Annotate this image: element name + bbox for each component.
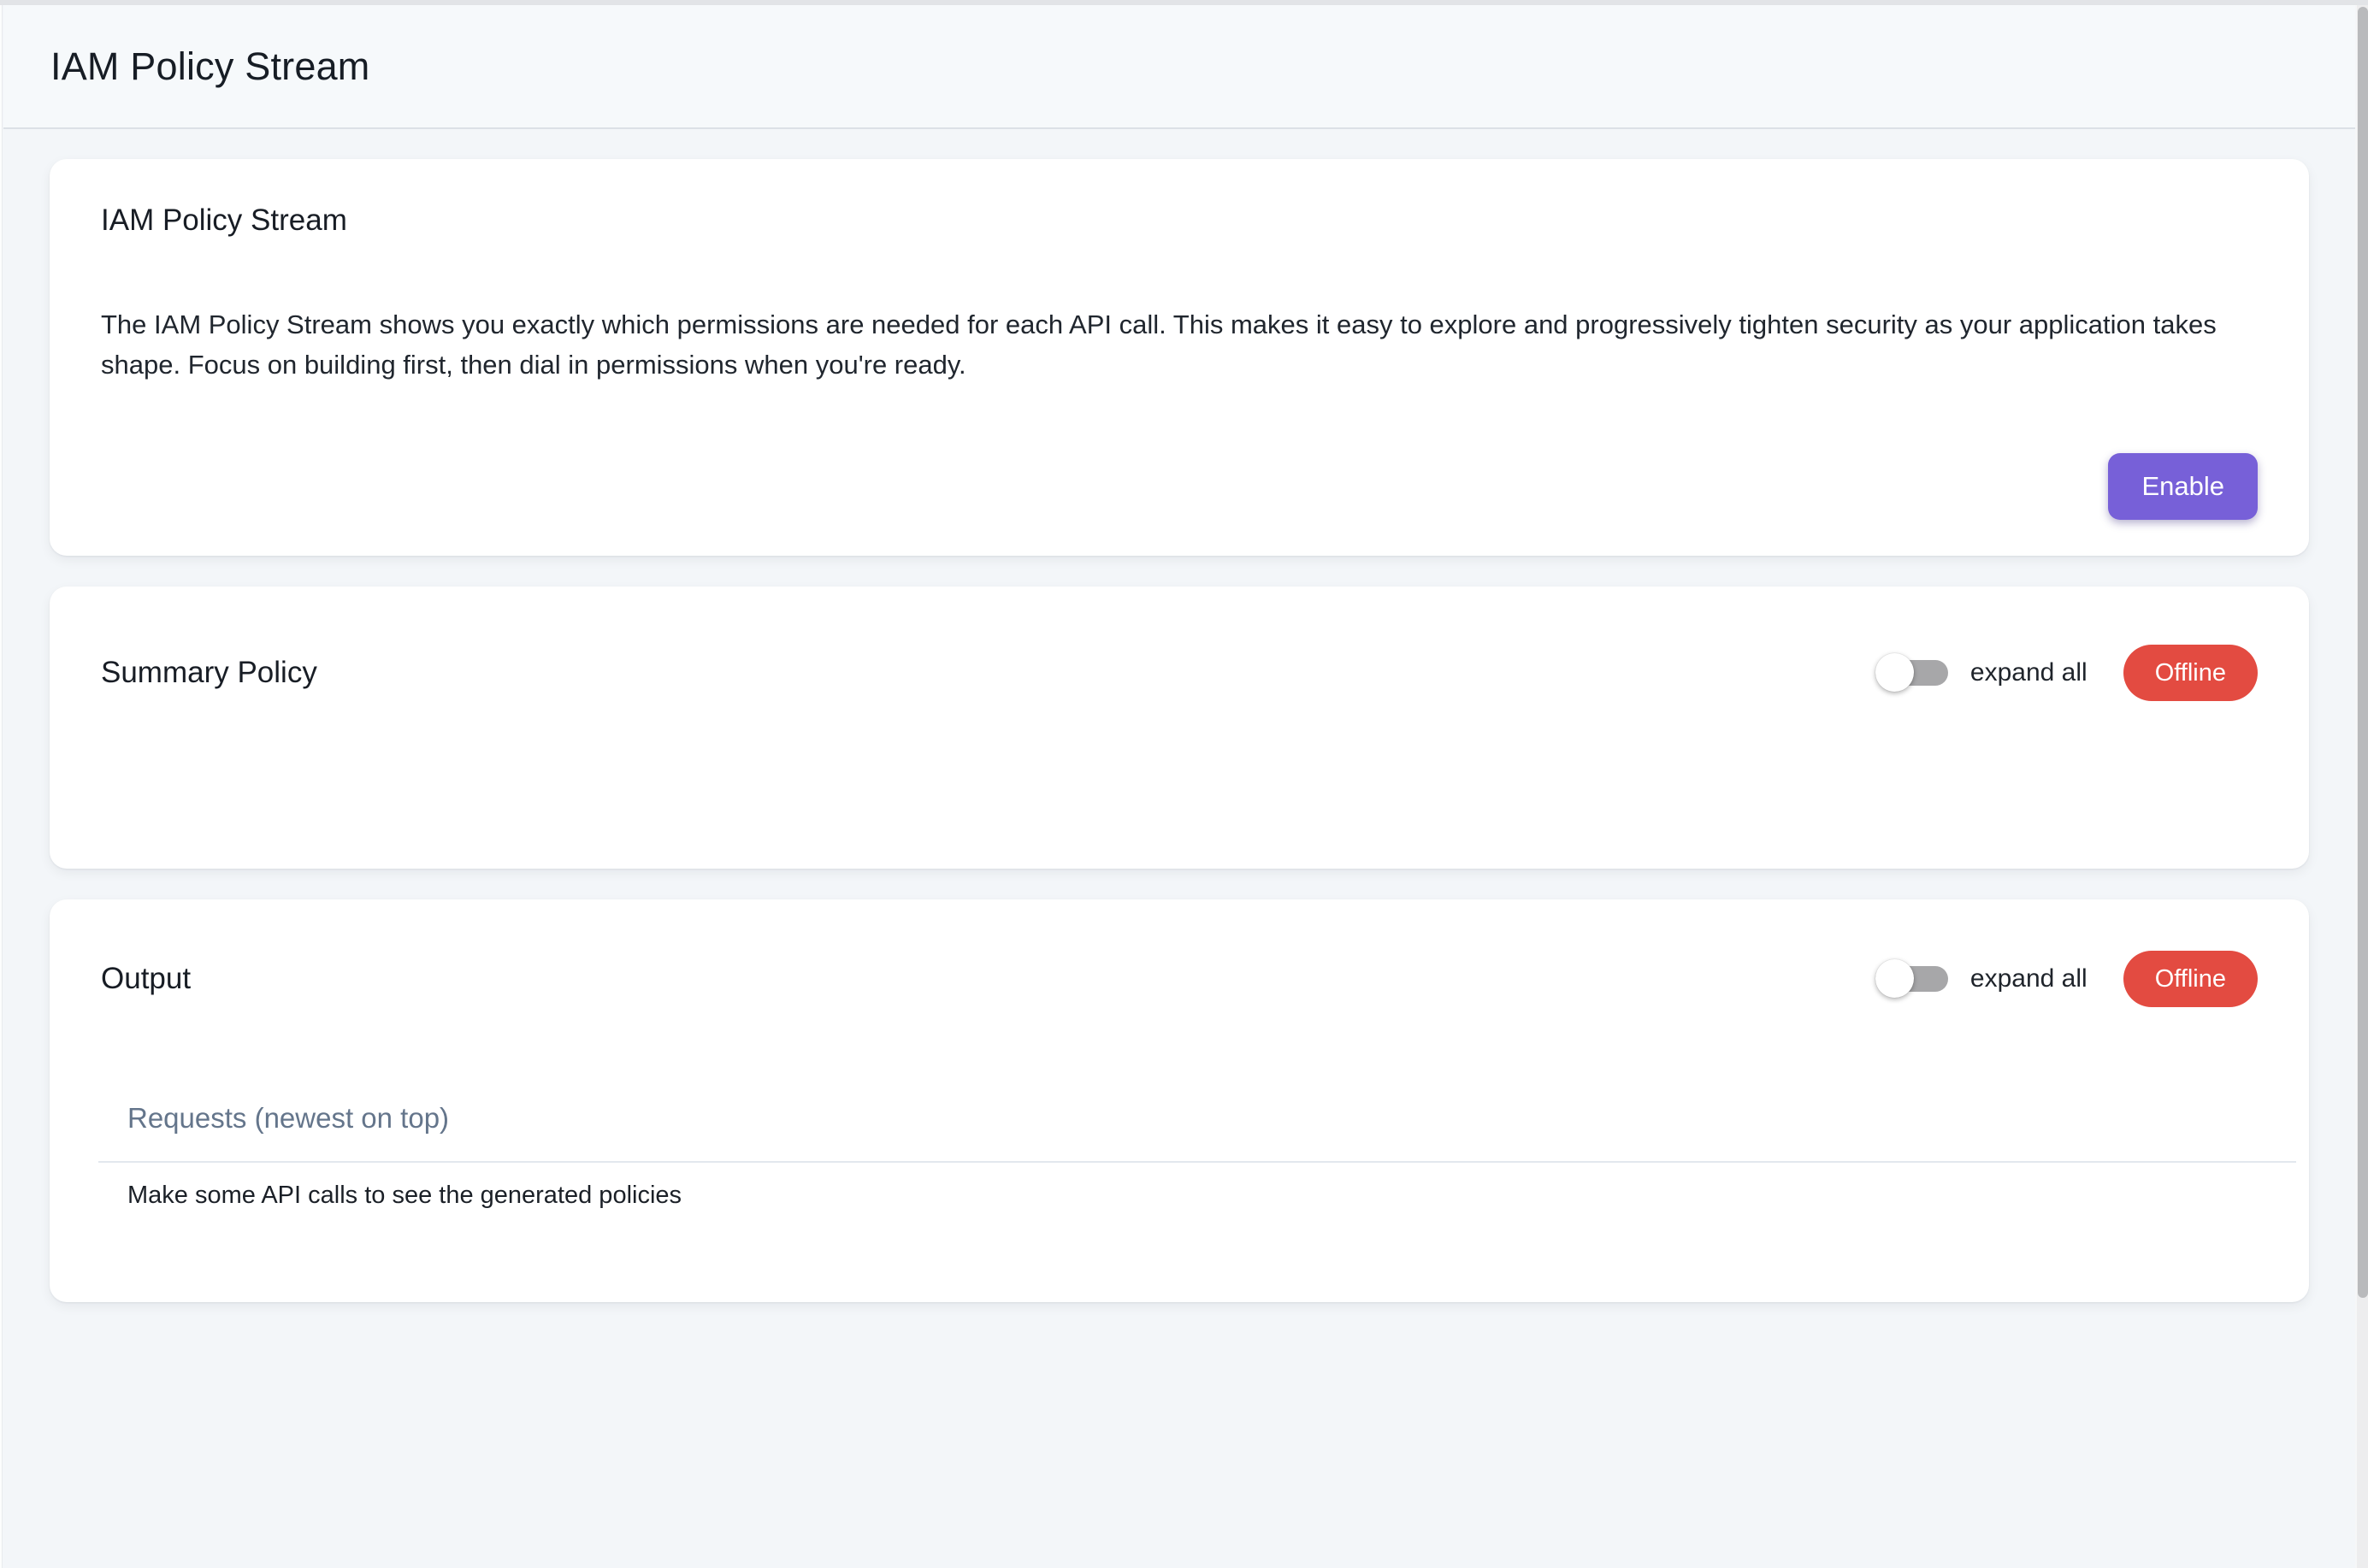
enable-button[interactable]: Enable xyxy=(2108,453,2258,520)
output-expand-all-label: expand all xyxy=(1970,964,2088,993)
intro-card: IAM Policy Stream The IAM Policy Stream … xyxy=(50,159,2309,556)
requests-empty-message: Make some API calls to see the generated… xyxy=(127,1178,2258,1212)
output-expand-all-toggle[interactable] xyxy=(1875,966,1948,992)
requests-heading: Requests (newest on top) xyxy=(127,1101,2258,1135)
summary-expand-all-label: expand all xyxy=(1970,658,2088,687)
intro-card-title: IAM Policy Stream xyxy=(101,202,2258,239)
summary-status-badge: Offline xyxy=(2123,645,2258,701)
output-title: Output xyxy=(101,960,191,998)
output-header-row: Output expand all Offline xyxy=(101,951,2258,1007)
output-card: Output expand all Offline Requests (newe… xyxy=(50,899,2309,1302)
requests-section: Requests (newest on top) Make some API c… xyxy=(101,1101,2258,1302)
intro-card-actions: Enable xyxy=(101,453,2258,520)
output-controls: expand all Offline xyxy=(1875,951,2258,1007)
scrollbar[interactable] xyxy=(2355,5,2368,1568)
summary-policy-controls: expand all Offline xyxy=(1875,645,2258,701)
summary-expand-all-toggle[interactable] xyxy=(1875,660,1948,686)
summary-policy-header-row: Summary Policy expand all Offline xyxy=(101,645,2258,701)
page-title: IAM Policy Stream xyxy=(50,44,370,89)
summary-policy-title: Summary Policy xyxy=(101,654,317,692)
toggle-knob-icon xyxy=(1875,653,1914,692)
main-content: IAM Policy Stream The IAM Policy Stream … xyxy=(3,131,2355,1568)
window-top-edge xyxy=(0,0,2368,5)
summary-policy-card: Summary Policy expand all Offline xyxy=(50,587,2309,869)
toggle-knob-icon xyxy=(1875,959,1914,998)
requests-divider xyxy=(98,1161,2296,1163)
output-status-badge: Offline xyxy=(2123,951,2258,1007)
intro-card-description: The IAM Policy Stream shows you exactly … xyxy=(101,304,2258,385)
window-left-edge xyxy=(0,5,3,1568)
page-header: IAM Policy Stream xyxy=(3,5,2355,129)
scrollbar-thumb[interactable] xyxy=(2358,7,2368,1298)
